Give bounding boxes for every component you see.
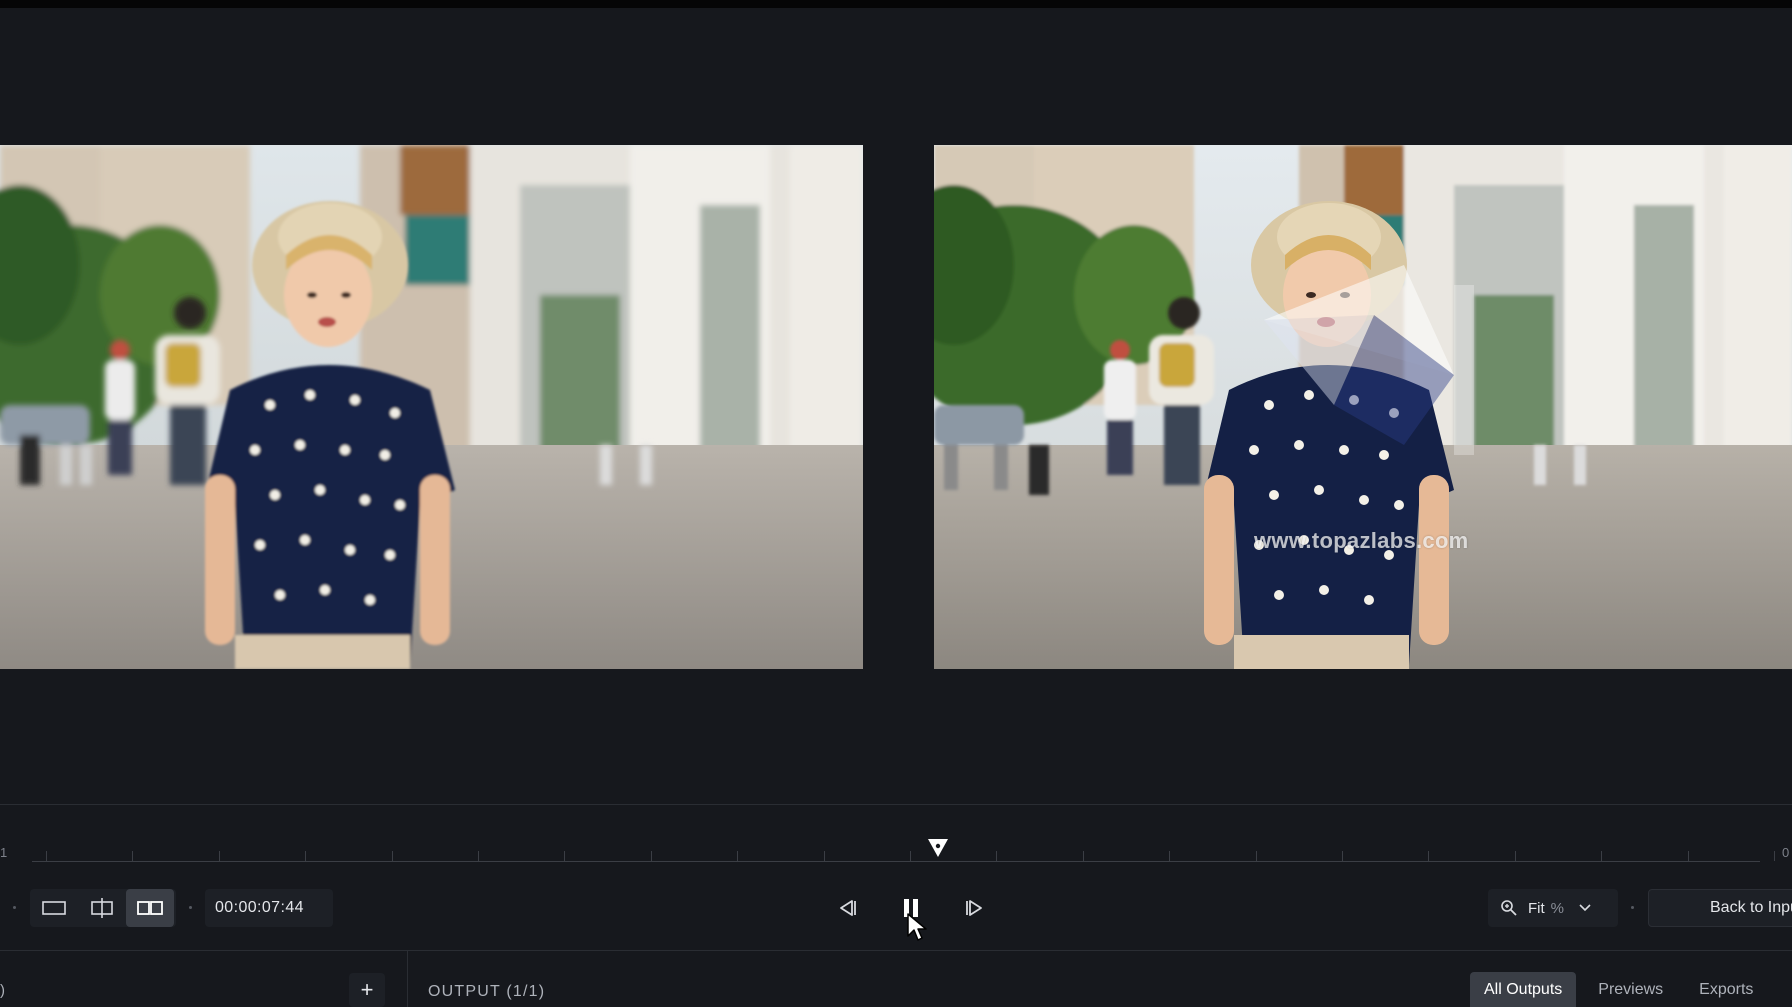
side-by-side-view-icon <box>137 901 163 915</box>
mouse-cursor-icon <box>907 913 927 941</box>
bottom-panel-divider <box>0 950 1792 951</box>
preview-enhanced[interactable]: www.topazlabs.com <box>934 145 1792 669</box>
timeline-tick <box>910 851 911 861</box>
zoom-select[interactable]: Fit % <box>1488 889 1618 927</box>
timeline-tick <box>1601 851 1603 861</box>
timeline-tick <box>1687 851 1689 861</box>
timeline-tick <box>391 851 393 861</box>
separator-dot <box>189 906 192 909</box>
timeline-tick <box>1169 851 1171 861</box>
tab-exports[interactable]: Exports <box>1685 972 1767 1007</box>
timeline-tick <box>305 851 307 861</box>
timeline-end-label: 0 <box>1782 845 1790 860</box>
single-view-icon <box>42 901 66 915</box>
timeline-tick <box>478 851 479 861</box>
enhanced-frame-image <box>934 145 1792 669</box>
timeline-tick <box>737 851 739 861</box>
chevron-down-icon <box>1579 904 1591 912</box>
add-button[interactable]: + <box>349 973 385 1007</box>
original-frame-image <box>0 145 863 669</box>
back-to-input-button[interactable]: Back to Input <box>1648 889 1792 927</box>
tab-previews[interactable]: Previews <box>1584 972 1677 1007</box>
previous-frame-button[interactable] <box>829 890 865 926</box>
timeline-tick <box>1255 851 1257 861</box>
zoom-value: Fit <box>1528 899 1545 917</box>
split-view-button[interactable] <box>78 889 126 927</box>
timeline-start-label: 1 <box>0 845 8 860</box>
timecode-display[interactable]: 00:00:07:44 <box>205 889 333 927</box>
bottom-vertical-divider <box>407 951 408 1007</box>
tab-all-outputs[interactable]: All Outputs <box>1470 972 1577 1007</box>
separator-dot <box>1631 906 1634 909</box>
output-heading: OUTPUT (1/1) <box>428 983 546 1000</box>
timeline-tick <box>218 851 220 861</box>
output-tabs: All Outputs Previews Exports <box>1470 972 1767 1007</box>
timeline-tick <box>1774 851 1775 861</box>
timeline-track[interactable] <box>32 861 1760 862</box>
timeline-top-divider <box>0 804 1792 805</box>
playhead-marker-icon[interactable] <box>927 838 949 858</box>
step-forward-icon <box>966 900 982 916</box>
timeline-tick <box>1082 851 1084 861</box>
clip-count-fragment: ) <box>0 982 5 999</box>
timeline-tick <box>996 851 998 861</box>
timeline-tick <box>564 851 566 861</box>
timeline-tick <box>650 851 652 861</box>
preview-original[interactable] <box>0 145 863 669</box>
split-view-icon <box>91 898 113 918</box>
timeline-scrubber[interactable] <box>0 815 1792 875</box>
zoom-magnifier-icon <box>1501 900 1517 916</box>
next-frame-button[interactable] <box>957 890 993 926</box>
timeline-tick <box>132 851 134 861</box>
single-view-button[interactable] <box>30 889 78 927</box>
timeline-tick <box>46 851 47 861</box>
watermark-text: www.topazlabs.com <box>1254 528 1469 553</box>
timeline-tick <box>1342 851 1343 861</box>
timeline-tick <box>823 851 825 861</box>
step-back-icon <box>840 900 856 916</box>
top-edge-strip <box>0 0 1792 8</box>
side-by-side-view-button[interactable] <box>126 889 174 927</box>
timeline-tick <box>1428 851 1430 861</box>
separator-dot <box>13 906 16 909</box>
video-enhance-app: www.topazlabs.com 1 0 00:00:07:44 Fit % … <box>0 0 1792 1007</box>
timeline-tick <box>1514 851 1516 861</box>
zoom-unit: % <box>1550 899 1565 917</box>
